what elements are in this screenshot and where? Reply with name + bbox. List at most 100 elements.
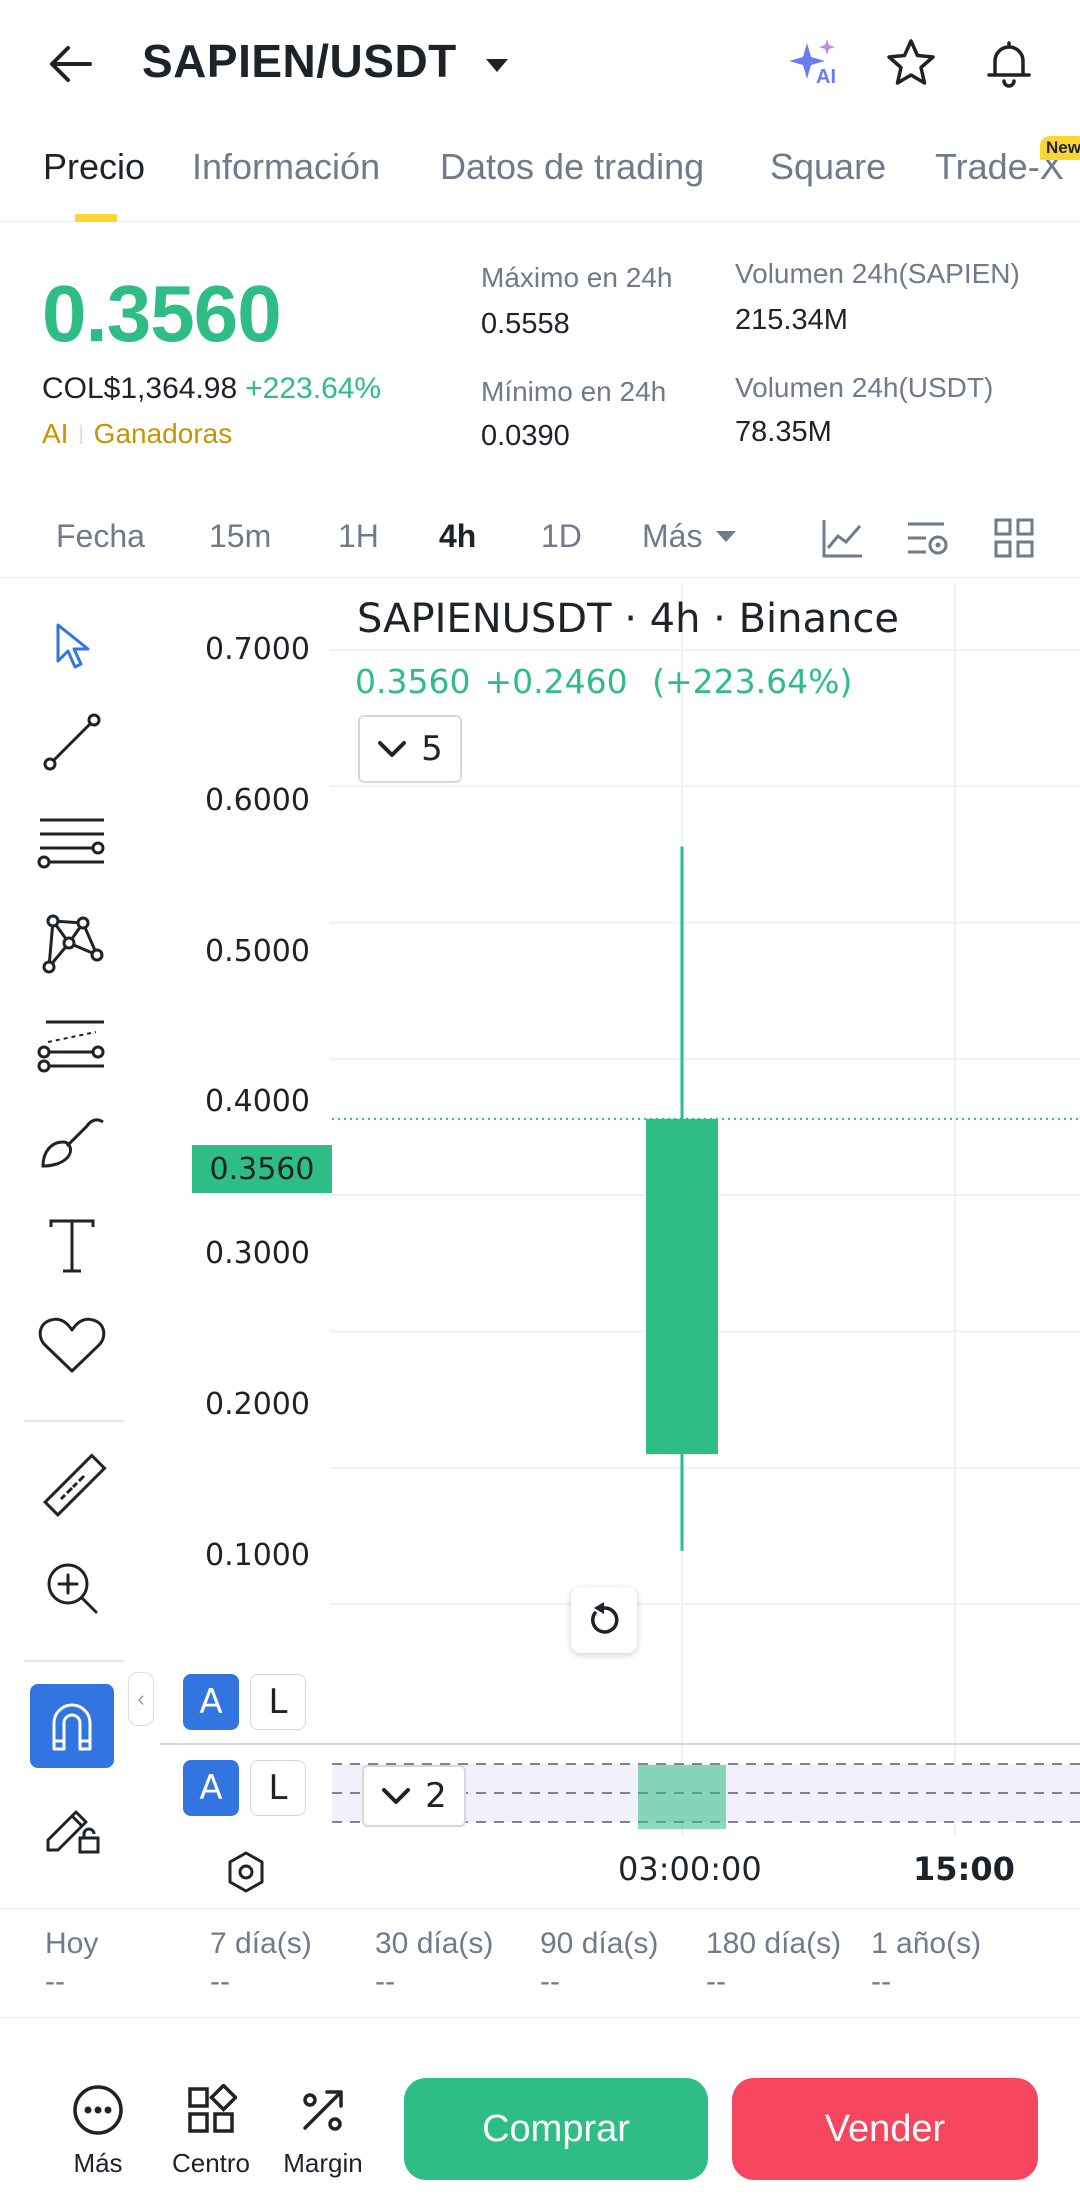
tab-datos-trading[interactable]: Datos de trading (440, 146, 704, 188)
top-header: SAPIEN/USDT AI (0, 0, 1080, 126)
volume-log-scale-button[interactable]: L (250, 1760, 306, 1816)
perf-value: -- (871, 1965, 891, 1998)
buy-button[interactable]: Comprar (404, 2078, 708, 2180)
new-badge: New (1040, 136, 1080, 160)
ai-label: AI (816, 66, 836, 88)
perf-180d: 180 día(s) -- (706, 1927, 841, 1999)
x-axis-label: 15:00 (913, 1850, 1015, 1888)
caret-down-icon[interactable] (482, 50, 512, 80)
interval-4h[interactable]: 4h (439, 518, 476, 555)
perf-1y: 1 año(s) -- (871, 1927, 981, 1999)
interval-15m[interactable]: 15m (209, 518, 271, 555)
center-label: Centro (171, 2148, 251, 2178)
candlestick-chart[interactable] (0, 584, 1080, 1836)
pair-title[interactable]: SAPIEN/USDT (142, 34, 457, 88)
y-axis-label: 0.1000 (205, 1538, 310, 1573)
apps-grid-icon (181, 2080, 241, 2140)
center-button[interactable]: Centro (156, 2080, 266, 2179)
interval-more[interactable]: Más (642, 518, 702, 555)
chart-last-price: 0.3560 (355, 662, 471, 701)
y-axis-label: 0.2000 (205, 1387, 310, 1422)
perf-value: -- (45, 1965, 65, 1998)
interval-1h[interactable]: 1H (338, 518, 379, 555)
caret-down-icon[interactable] (712, 522, 740, 550)
margin-label: Margin (283, 2148, 363, 2178)
volume-bar (638, 1765, 726, 1829)
tag-gainers[interactable]: Ganadoras (94, 418, 233, 449)
perf-label: 30 día(s) (375, 1927, 494, 1960)
volume-quote-label: Volumen 24h(USDT) (735, 372, 994, 403)
perf-90d: 90 día(s) -- (540, 1927, 658, 1999)
last-price: 0.3560 (42, 269, 282, 358)
volume-base-value: 215.34M (735, 304, 848, 336)
active-tab-indicator (75, 214, 117, 222)
margin-button[interactable]: Margin (268, 2080, 378, 2179)
indicators-count: 5 (421, 729, 443, 769)
fiat-price-line: COL$1,364.98 +223.64% (42, 372, 381, 406)
chevron-down-icon (382, 1788, 411, 1804)
tag-separator: | (78, 423, 84, 445)
indicator-chart-icon[interactable] (818, 514, 866, 562)
interval-1d[interactable]: 1D (541, 518, 582, 555)
interval-fecha[interactable]: Fecha (56, 518, 145, 555)
sell-button[interactable]: Vender (732, 2078, 1038, 2180)
chart-change-abs: +0.2460 (484, 662, 628, 701)
y-axis-label: 0.6000 (205, 783, 310, 818)
candle-body (646, 1118, 718, 1455)
perf-today: Hoy -- (45, 1927, 98, 1999)
y-axis-label: 0.5000 (205, 934, 310, 969)
log-scale-button[interactable]: L (250, 1674, 306, 1730)
grid-layout-icon[interactable] (990, 514, 1038, 562)
perf-30d: 30 día(s) -- (375, 1927, 493, 1999)
perf-value: -- (706, 1965, 726, 1998)
perf-label: 7 día(s) (210, 1927, 312, 1960)
chevron-down-icon (378, 741, 407, 757)
interval-bar: Fecha 15m 1H 4h 1D Más (0, 504, 1080, 578)
perf-label: 90 día(s) (540, 1927, 659, 1960)
more-label: Más (73, 2148, 123, 2178)
tab-precio[interactable]: Precio (43, 146, 145, 188)
perf-value: -- (375, 1965, 395, 1998)
chart-change-pct: (+223.64%) (652, 662, 853, 701)
low-24h-value: 0.0390 (481, 420, 570, 452)
more-button[interactable]: Más (43, 2080, 153, 2179)
page-tabs: Precio Información Datos de trading Squa… (0, 126, 1080, 222)
current-price-tag: 0.3560 (192, 1145, 332, 1193)
bell-icon[interactable] (978, 32, 1040, 94)
perf-7d: 7 día(s) -- (210, 1927, 312, 1999)
chart-title: SAPIENUSDT · 4h · Binance (357, 596, 899, 642)
high-24h-value: 0.5558 (481, 308, 570, 340)
tag-ai[interactable]: AI (42, 418, 68, 449)
y-axis-label: 0.7000 (205, 632, 310, 667)
volume-auto-scale-button[interactable]: A (183, 1760, 239, 1816)
perf-value: -- (540, 1965, 560, 1998)
low-24h-label: Mínimo en 24h (481, 376, 667, 407)
back-arrow-icon[interactable] (40, 34, 100, 94)
volume-quote-value: 78.35M (735, 416, 832, 448)
chart-settings-icon[interactable] (904, 514, 952, 562)
tab-informacion[interactable]: Información (192, 146, 380, 188)
perf-label: 1 año(s) (871, 1927, 982, 1960)
star-icon[interactable] (880, 32, 942, 94)
volume-base-label: Volumen 24h(SAPIEN) (735, 258, 1020, 289)
perf-label: Hoy (45, 1927, 99, 1960)
ai-sparkle-icon[interactable]: AI (782, 32, 844, 94)
x-axis-label: 03:00:00 (618, 1850, 762, 1888)
more-dots-icon (68, 2080, 128, 2140)
high-24h-label: Máximo en 24h (481, 262, 673, 293)
price-change: +223.64% (245, 372, 382, 405)
fiat-price: COL$1,364.98 (42, 372, 238, 405)
y-axis-label: 0.4000 (205, 1084, 310, 1119)
perf-label: 180 día(s) (706, 1927, 842, 1960)
volume-pane-toggle[interactable]: 2 (362, 1765, 466, 1827)
auto-scale-button[interactable]: A (183, 1674, 239, 1730)
volume-pane-count: 2 (425, 1776, 447, 1816)
perf-value: -- (210, 1965, 230, 1998)
tab-square[interactable]: Square (770, 146, 886, 188)
tag-list: AI | Ganadoras (42, 418, 232, 450)
margin-percent-icon (293, 2080, 353, 2140)
reset-view-icon[interactable] (571, 1587, 637, 1653)
indicators-toggle[interactable]: 5 (358, 715, 462, 783)
chart-settings-hex-icon[interactable] (224, 1850, 268, 1899)
chart-ohlc-summary: 0.3560 +0.2460 (+223.64%) (355, 662, 852, 701)
